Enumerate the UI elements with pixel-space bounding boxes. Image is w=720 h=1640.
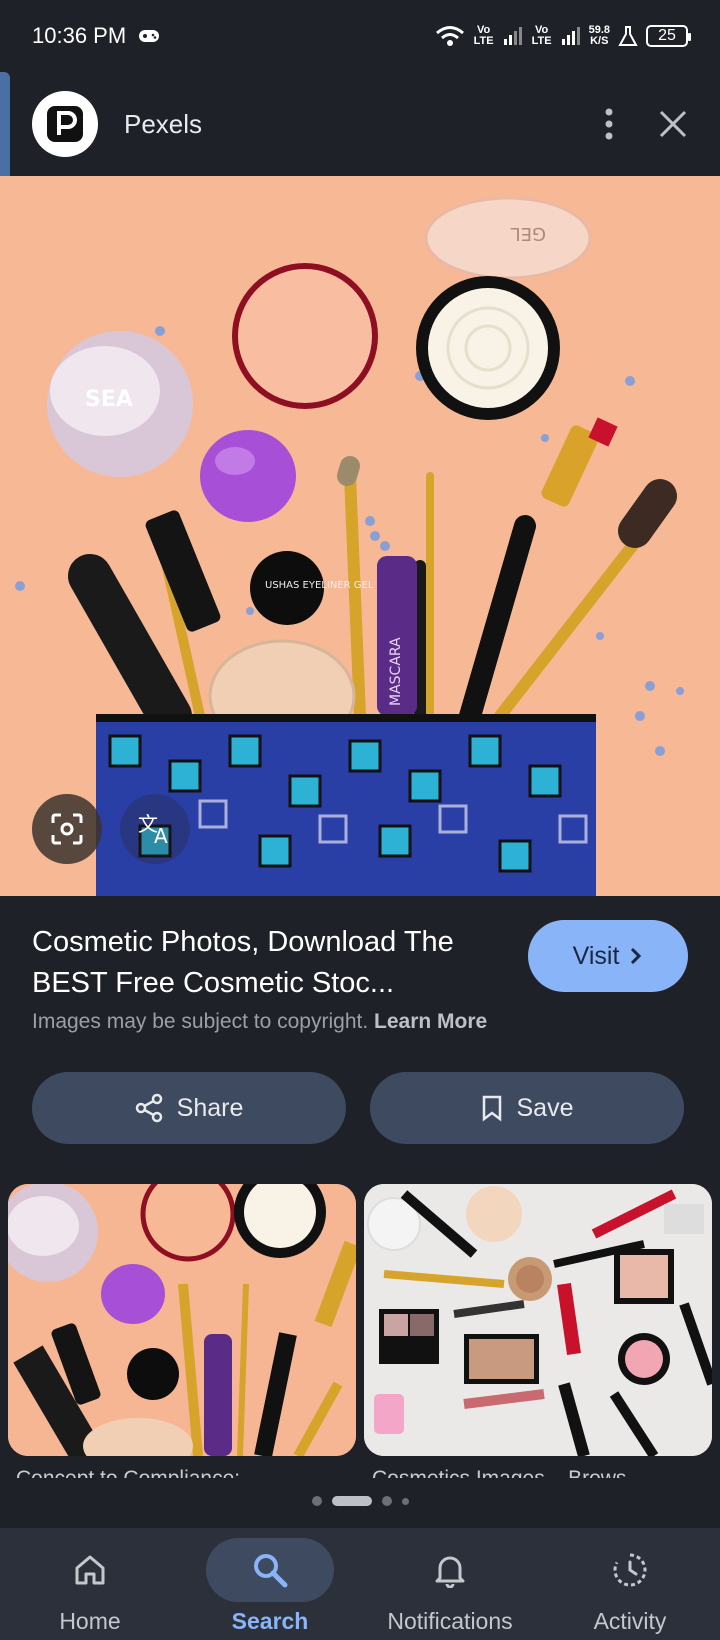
copyright-text: Images may be subject to copyright. [32, 1010, 369, 1033]
nav-item-home[interactable]: Home [0, 1528, 180, 1640]
result-info: Cosmetic Photos, Download The BEST Free … [0, 896, 720, 1528]
cosmetics-photo: GEL SEA MASCARA USHAS EYELINER GEL [0, 176, 720, 896]
gamepad-icon [139, 30, 160, 42]
battery-indicator: 25 [646, 25, 691, 47]
main-image[interactable]: GEL SEA MASCARA USHAS EYELINER GEL [0, 176, 720, 896]
nav-label-search: Search [231, 1608, 309, 1634]
volte-1-label: Vo LTE [473, 24, 494, 47]
svg-text:GEL: GEL [511, 223, 546, 244]
carousel-indicator [0, 1496, 720, 1506]
nav-item-notifications[interactable]: Notifications [360, 1528, 540, 1640]
visit-label: Visit [572, 941, 620, 970]
bookmark-icon [482, 1095, 501, 1122]
carousel-dot-active [331, 1496, 372, 1506]
product-label: USHAS EYELINER GEL [265, 580, 374, 591]
result-title[interactable]: Cosmetic Photos, Download The BEST Free … [32, 922, 502, 1004]
nav-label-activity: Activity [593, 1608, 667, 1634]
translate-icon: 文 A [138, 812, 168, 847]
related-image-thumbnail [8, 1184, 356, 1456]
carousel-dot [381, 1496, 392, 1506]
status-time: 10:36 PM [32, 23, 127, 48]
pexels-logo-icon[interactable] [32, 91, 98, 157]
share-button[interactable]: Share [32, 1072, 346, 1144]
bottom-navigation: Home Search Notifications Activity [0, 1528, 720, 1640]
side-handle[interactable] [0, 72, 10, 190]
search-icon [246, 1546, 294, 1594]
save-button[interactable]: Save [370, 1072, 684, 1144]
site-name[interactable]: Pexels [124, 109, 202, 140]
home-icon [66, 1546, 114, 1594]
carousel-dot [311, 1496, 322, 1506]
nav-item-activity[interactable]: Activity [540, 1528, 720, 1640]
share-label: Share [176, 1093, 244, 1122]
product-label: MASCARA [388, 637, 404, 706]
share-icon [135, 1093, 162, 1123]
translate-button[interactable]: 文 A [120, 794, 190, 864]
nav-label-home: Home [59, 1608, 121, 1634]
signal-icon [561, 27, 580, 45]
related-image-thumbnail [364, 1184, 712, 1456]
related-image[interactable] [364, 1184, 712, 1456]
status-bar: 10:36 PM Vo LTE Vo LTE 59.8 K/S 25 [0, 0, 720, 72]
flask-icon [618, 26, 638, 46]
nav-item-search[interactable]: Search [180, 1528, 360, 1640]
activity-icon [606, 1546, 654, 1594]
copyright-notice: Images may be subject to copyright. Lear… [32, 1010, 487, 1034]
network-speed: 59.8 K/S [589, 25, 610, 47]
lens-icon [51, 813, 83, 845]
svg-text:A: A [154, 824, 168, 847]
bell-icon [426, 1546, 474, 1594]
volte-2-label: Vo LTE [531, 24, 552, 47]
related-image[interactable] [8, 1184, 356, 1456]
related-image-label[interactable]: Cosmetics Images – Brows [372, 1466, 626, 1478]
wifi-icon [435, 26, 464, 46]
carousel-dot [401, 1497, 409, 1505]
product-label: SEA [85, 387, 133, 412]
save-label: Save [516, 1093, 574, 1122]
learn-more-link[interactable]: Learn More [374, 1010, 487, 1033]
header: Pexels [0, 72, 720, 176]
more-vert-icon[interactable] [602, 107, 616, 141]
speed-unit: K/S [590, 35, 609, 47]
close-icon[interactable] [658, 109, 688, 139]
visit-button[interactable]: Visit [528, 920, 688, 992]
nav-label-notifications: Notifications [387, 1608, 513, 1634]
signal-icon [503, 27, 522, 45]
related-image-label[interactable]: Concept to Compliance: [16, 1466, 240, 1478]
chevron-right-icon [631, 947, 642, 965]
google-lens-button[interactable] [32, 794, 102, 864]
